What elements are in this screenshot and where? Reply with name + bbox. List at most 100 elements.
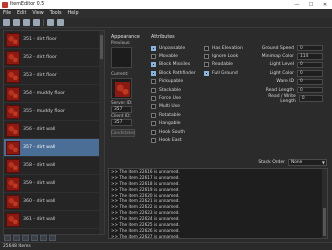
compare-icon[interactable] [57,19,64,26]
delete-item-icon[interactable] [31,235,38,241]
numeric-property-field[interactable]: 0 [297,86,323,94]
list-item[interactable]: 353 - dirt floor [4,67,104,85]
list-item[interactable]: 357 - dirt wall [4,139,104,157]
current-label: Current: [111,72,129,77]
list-item[interactable]: 358 - dirt wall [4,157,104,175]
numeric-property-row: Minimap Color 114 [255,52,323,60]
minimize-button[interactable]: — [290,0,304,9]
candidates-button[interactable]: Candidates [111,129,135,137]
more-options-icon[interactable] [49,235,56,241]
list-item[interactable]: 352 - dirt floor [4,49,104,67]
numeric-property-field[interactable]: 0 [297,44,323,52]
find-item-icon[interactable] [40,235,47,241]
attribute-checkbox[interactable]: Hook East [151,136,205,144]
attribute-checkbox[interactable]: Block Pathfinder [151,69,205,77]
checkbox-label: Hangable [159,121,181,127]
numeric-property-field[interactable]: 0 [297,61,323,69]
open-folder-icon[interactable] [13,19,20,26]
attribute-checkbox[interactable]: Block Missiles [151,61,205,69]
checkbox-icon[interactable] [151,45,156,51]
checkbox-icon[interactable] [151,112,156,118]
attribute-checkbox[interactable]: Unpassable [151,44,205,52]
list-item-label: 353 - dirt floor [23,73,57,78]
app-icon [2,1,8,8]
client-id-label: Client ID: [111,114,131,119]
list-scrollbar[interactable] [99,31,104,234]
maximize-button[interactable]: ☐ [304,0,318,9]
checkbox-icon[interactable] [151,137,156,143]
checkbox-icon[interactable] [151,62,156,68]
checkbox-icon[interactable] [151,54,156,60]
checkbox-icon[interactable] [151,70,156,76]
numeric-property-row: Ware ID 0 [255,78,323,86]
attribute-checkbox[interactable]: Stackable [151,86,205,94]
edit-item-icon[interactable] [22,235,29,241]
list-item-label: 355 - muddy floor [23,109,65,114]
menu-file[interactable]: File [3,11,11,16]
checkbox-icon[interactable] [151,79,156,85]
list-item[interactable]: 356 - dirt wall [4,121,104,139]
client-id-field[interactable]: 357 [111,119,132,126]
attribute-checkbox[interactable]: Multi Use [151,103,205,111]
chevron-down-icon: ▼ [321,159,325,165]
menu-tools[interactable]: Tools [50,11,62,16]
attribute-checkbox[interactable]: Rotatable [151,111,205,119]
numeric-property-field[interactable]: 0 [298,95,323,102]
duplicate-item-icon[interactable] [13,235,20,241]
item-sprite-thumbnail [6,140,20,155]
close-button[interactable]: ✕ [318,0,332,9]
attribute-checkbox[interactable]: Readable [204,61,256,69]
list-item[interactable]: 354 - muddy floor [4,85,104,103]
item-list[interactable]: 351 - dirt floor 352 - dirt floor 353 - di… [3,30,105,235]
list-item[interactable]: 361 - dirt wall [4,211,104,229]
menu-help[interactable]: Help [68,11,79,16]
save-as-icon[interactable] [33,19,40,26]
log-scrollbar[interactable] [322,169,327,238]
checkbox-icon[interactable] [151,87,156,93]
scrollbar-thumb[interactable] [100,35,103,59]
checkbox-icon[interactable] [204,54,209,60]
attribute-checkbox[interactable]: Hook South [151,128,205,136]
checkbox-icon[interactable] [204,62,209,68]
attribute-checkbox[interactable]: Pickupable [151,78,205,86]
find-icon[interactable] [47,19,54,26]
attribute-checkbox[interactable]: Hangable [151,120,205,128]
checkbox-icon[interactable] [204,70,209,76]
numeric-property-field[interactable]: 0 [297,78,323,85]
numeric-property-field[interactable]: 0 [297,70,323,77]
checkbox-icon[interactable] [151,129,156,135]
output-log[interactable]: >> The item 22616 is unnamed. >> The item… [108,168,328,239]
checkbox-icon[interactable] [204,45,209,51]
menu-view[interactable]: View [32,11,43,16]
numeric-property-label: Read Length [265,87,294,93]
checkbox-icon[interactable] [151,121,156,127]
checkbox-icon[interactable] [151,104,156,110]
log-line: >> The item 22627 is unnamed. [111,233,180,239]
menu-edit[interactable]: Edit [17,11,26,16]
checkbox-icon[interactable] [151,96,156,102]
item-sprite-thumbnail [6,176,20,191]
list-item[interactable]: 360 - dirt wall [4,193,104,211]
log-scrollbar-thumb[interactable] [323,208,326,236]
attribute-checkbox[interactable]: Ignore Look [204,52,256,60]
save-icon[interactable] [23,19,30,26]
attribute-checkbox[interactable]: Movable [151,52,205,60]
add-item-icon[interactable] [4,235,11,241]
attribute-checkbox[interactable]: Has Elevation [204,44,256,52]
menu-bar: File Edit View Tools Help [0,9,332,18]
checkbox-label: Pickupable [159,79,184,85]
numeric-property-field[interactable]: 114 [297,53,323,60]
stack-order-select[interactable]: None ▼ [288,158,327,166]
list-item[interactable]: 351 - dirt floor [4,31,104,49]
server-id-field[interactable]: 357 [111,106,132,113]
checkbox-label: Ignore Look [212,54,239,60]
list-item[interactable]: 359 - dirt wall [4,175,104,193]
title-bar: ItemEditor 0.5 — ☐ ✕ [0,0,332,9]
attribute-checkbox[interactable]: Full Ground [204,69,256,77]
toolbar [0,18,332,28]
attribute-checkbox[interactable]: Force Use [151,94,205,102]
item-sprite-thumbnail [6,212,20,227]
new-file-icon[interactable] [3,19,10,26]
list-item[interactable]: 355 - muddy floor [4,103,104,121]
appearance-title: Appearance [111,35,140,40]
